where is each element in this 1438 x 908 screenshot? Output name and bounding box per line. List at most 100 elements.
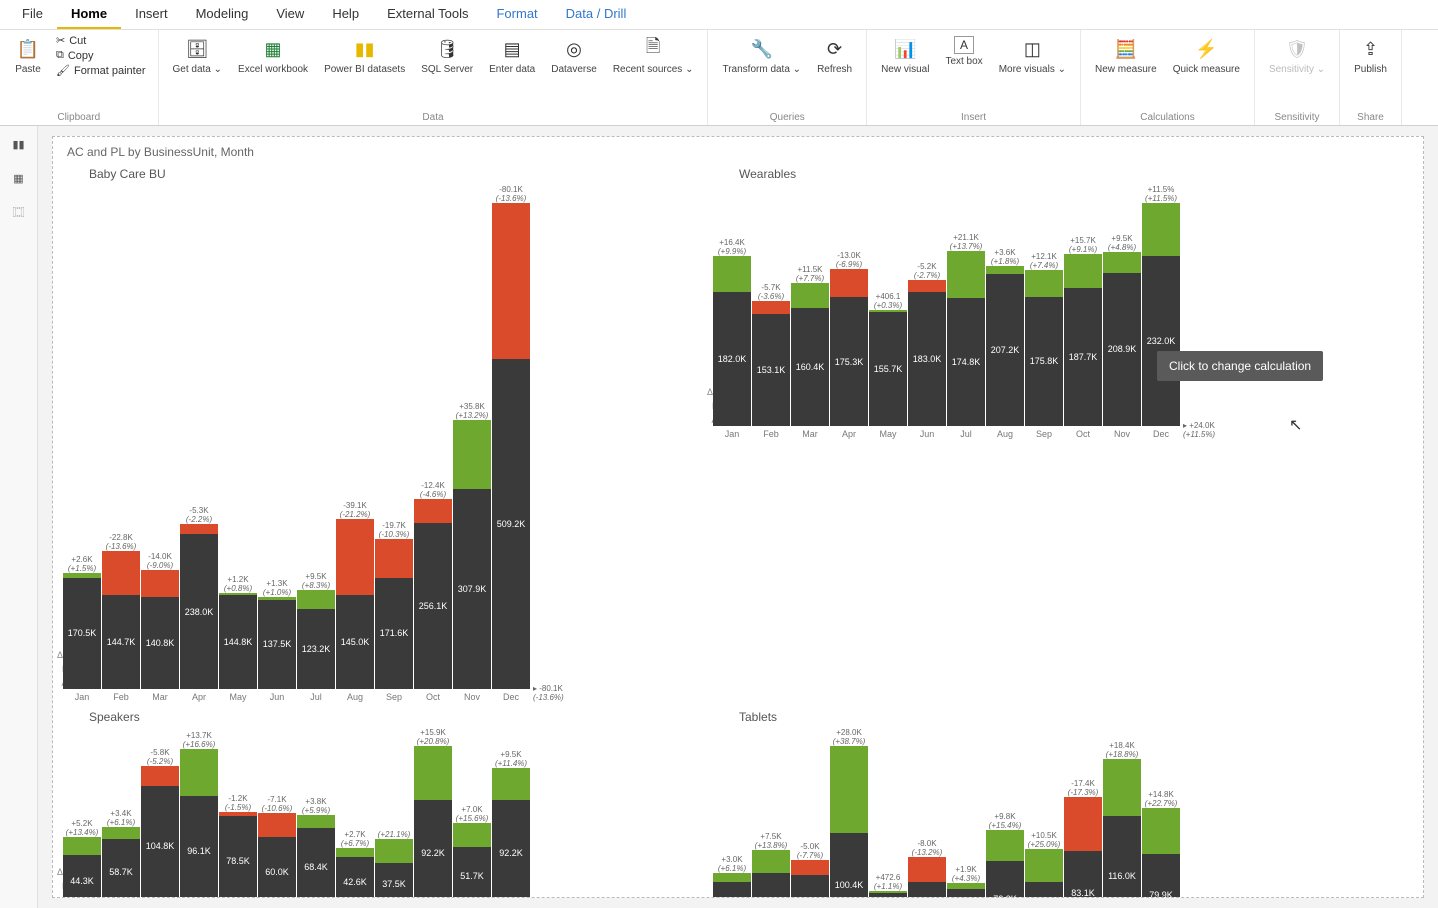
report-canvas[interactable]: AC and PL by BusinessUnit, Month Baby Ca… (38, 126, 1438, 908)
bar-column[interactable]: +35.8K(+13.2%)307.9KNov (453, 402, 491, 702)
chart-speakers[interactable]: SpeakersΔPLPYAC+5.2K(+13.4%)44.3KJan+3.4… (63, 708, 683, 898)
tab-format[interactable]: Format (482, 0, 551, 29)
get-data-button[interactable]: 🗄Get data ⌄ (167, 32, 229, 79)
bar-column[interactable]: -13.0K(-6.9%)175.3KApr (830, 251, 868, 439)
bar-column[interactable]: -1.2K(-1.5%)78.5KMay (219, 794, 257, 898)
variance-label: -80.1K(-13.6%) (496, 185, 527, 203)
bar-column[interactable]: +9.8K(+15.4%)73.2KAug (986, 812, 1024, 898)
tab-view[interactable]: View (262, 0, 318, 29)
bar-column[interactable]: -19.7K(-10.3%)171.6KSep (375, 521, 413, 702)
actual-bar: 187.7K (1064, 288, 1102, 426)
bar-column[interactable]: -5.2K(-2.7%)183.0KJun (908, 262, 946, 439)
new-visual-button[interactable]: 📊New visual (875, 32, 935, 79)
model-view-icon[interactable]: ⿴ (9, 202, 29, 222)
bar-column[interactable]: +5.2K(+13.4%)44.3KJan (63, 819, 101, 898)
mouse-cursor-icon: ↖ (1289, 415, 1302, 435)
excel-button[interactable]: ▦Excel workbook (232, 32, 314, 79)
bar-column[interactable]: +15.9K(+20.8%)92.2KOct (414, 728, 452, 898)
bar-column[interactable]: +7.0K(+15.6%)51.7KNov (453, 805, 491, 898)
bar-column[interactable]: +9.5K(+4.8%)208.9KNov (1103, 234, 1141, 439)
bar-column[interactable]: +28.0K(+38.7%)100.4KApr (830, 728, 868, 898)
bar-column[interactable]: +11.5%(+11.5%)232.0KDec (1142, 185, 1180, 439)
tab-home[interactable]: Home (57, 0, 121, 29)
bar-column[interactable]: -22.8K(-13.6%)144.7KFeb (102, 533, 140, 702)
bar-column[interactable]: +1.3K(+1.0%)137.5KJun (258, 579, 296, 702)
chart-tablets[interactable]: TabletsΔPLPYAC+3.0K(+6.1%)52.6KJan+7.5K(… (713, 708, 1333, 898)
text-box-button[interactable]: AText box (939, 32, 988, 71)
quick-measure-button[interactable]: ⚡Quick measure (1167, 32, 1246, 79)
bar-column[interactable]: +13.7K(+16.6%)96.1KApr (180, 731, 218, 898)
bar-column[interactable]: -5.3K(-2.2%)238.0KApr (180, 506, 218, 702)
bar-column[interactable]: -12.4K(-4.6%)256.1KOct (414, 481, 452, 702)
bar-column[interactable]: (+21.1%)37.5KSep (375, 821, 413, 898)
bar-column[interactable]: +9.5K(+11.4%)92.2KDec (492, 750, 530, 898)
variance-negative (1064, 797, 1102, 851)
bar-column[interactable]: +7.5K(+13.8%)61.4KFeb (752, 832, 790, 898)
tab-file[interactable]: File (8, 0, 57, 29)
actual-bar: 175.8K (1025, 297, 1063, 426)
copy-button[interactable]: ⧉Copy (56, 49, 146, 62)
bar-column[interactable]: +472.6(+1.1%)42.2KMay (869, 873, 907, 898)
chart-title: Baby Care BU (89, 167, 683, 181)
bar-column[interactable]: -8.0K(-13.2%)52.5KJun (908, 839, 946, 898)
actual-bar: 100.4K (830, 833, 868, 898)
bar-column[interactable]: +11.5K(+7.7%)160.4KMar (791, 265, 829, 439)
enter-data-button[interactable]: ▤Enter data (483, 32, 541, 79)
bar-column[interactable]: +10.5K(+25.0%)52.8KSep (1025, 831, 1063, 898)
tab-external-tools[interactable]: External Tools (373, 0, 482, 29)
bar-column[interactable]: -39.1K(-21.2%)145.0KAug (336, 501, 374, 702)
bar-column[interactable]: +3.8K(+5.9%)68.4KJul (297, 797, 335, 898)
variance-positive (1025, 849, 1063, 882)
bar-column[interactable]: +3.4K(+6.1%)58.7KFeb (102, 809, 140, 898)
publish-button[interactable]: ⇪Publish (1348, 32, 1393, 79)
bar-column[interactable]: -7.1K(-10.6%)60.0KJun (258, 795, 296, 898)
bar-column[interactable]: +16.4K(+9.9%)182.0KJan (713, 238, 751, 438)
chart-baby-care-bu[interactable]: Baby Care BUΔPLPYAC+2.6K(+1.5%)170.5KJan… (63, 165, 683, 702)
bar-column[interactable]: +18.4K(+18.8%)116.0KNov (1103, 741, 1141, 898)
ribbon-group-calculations: 🧮New measure ⚡Quick measure Calculations (1081, 30, 1255, 125)
bar-column[interactable]: -80.1K(-13.6%)509.2KDec (492, 185, 530, 702)
bar-column[interactable]: -5.0K(-7.7%)59.4KMar (791, 842, 829, 898)
bar-column[interactable]: +9.5K(+8.3%)123.2KJul (297, 572, 335, 701)
recent-sources-button[interactable]: 🗎Recent sources ⌄ (607, 32, 700, 79)
tab-insert[interactable]: Insert (121, 0, 182, 29)
bar-column[interactable]: +406.1(+0.3%)155.7KMay (869, 292, 907, 439)
data-view-icon[interactable]: ▦ (9, 168, 29, 188)
bar-column[interactable]: +3.0K(+6.1%)52.6KJan (713, 855, 751, 898)
more-visuals-button[interactable]: ◫More visuals ⌄ (993, 32, 1072, 79)
report-view-icon[interactable]: ▮▮ (9, 134, 29, 154)
bar-column[interactable]: +21.1K(+13.7%)174.8KJul (947, 233, 985, 438)
chart-wearables[interactable]: WearablesΔPLPYAC+16.4K(+9.9%)182.0KJan-5… (713, 165, 1333, 702)
cut-icon: ✂ (56, 34, 65, 47)
refresh-button[interactable]: ⟳Refresh (811, 32, 858, 79)
tab-help[interactable]: Help (318, 0, 373, 29)
bar-column[interactable]: +1.2K(+0.8%)144.8KMay (219, 575, 257, 702)
cut-button[interactable]: ✂Cut (56, 34, 146, 47)
bar-column[interactable]: +12.1K(+7.4%)175.8KSep (1025, 252, 1063, 438)
variance-positive (1103, 252, 1141, 273)
bar-column[interactable]: +14.8K(+22.7%)79.9KDec (1142, 790, 1180, 898)
bar-column[interactable]: -17.4K(-17.3%)83.1KOct (1064, 779, 1102, 898)
paste-button[interactable]: 📋 Paste (8, 32, 48, 79)
bar-column[interactable]: +2.6K(+1.5%)170.5KJan (63, 555, 101, 702)
transform-button[interactable]: 🔧Transform data ⌄ (716, 32, 807, 79)
tab-modeling[interactable]: Modeling (182, 0, 263, 29)
dataverse-button[interactable]: ◎Dataverse (545, 32, 603, 79)
new-measure-button[interactable]: 🧮New measure (1089, 32, 1163, 79)
bar-column[interactable]: -5.7K(-3.6%)153.1KFeb (752, 283, 790, 439)
variance-label: +9.5K(+8.3%) (302, 572, 330, 590)
bar-column[interactable]: -14.0K(-9.0%)140.8KMar (141, 552, 179, 701)
bar-column[interactable]: +2.7K(+6.7%)42.6KAug (336, 830, 374, 898)
variance-label: +18.4K(+18.8%) (1106, 741, 1139, 759)
tab-data-drill[interactable]: Data / Drill (552, 0, 641, 29)
format-painter-button[interactable]: 🖌Format painter (56, 64, 146, 77)
pbi-datasets-button[interactable]: ▮▮Power BI datasets (318, 32, 411, 79)
actual-bar: 83.1K (1064, 851, 1102, 898)
variance-negative (141, 570, 179, 597)
bar-column[interactable]: -5.8K(-5.2%)104.8KMar (141, 748, 179, 898)
bar-column[interactable]: +15.7K(+9.1%)187.7KOct (1064, 236, 1102, 439)
sql-button[interactable]: 🛢SQL Server (415, 32, 479, 79)
actual-bar: 509.2K (492, 359, 530, 689)
bar-column[interactable]: +3.6K(+1.8%)207.2KAug (986, 248, 1024, 439)
bar-column[interactable]: +1.9K(+4.3%)46.2KJul (947, 865, 985, 898)
